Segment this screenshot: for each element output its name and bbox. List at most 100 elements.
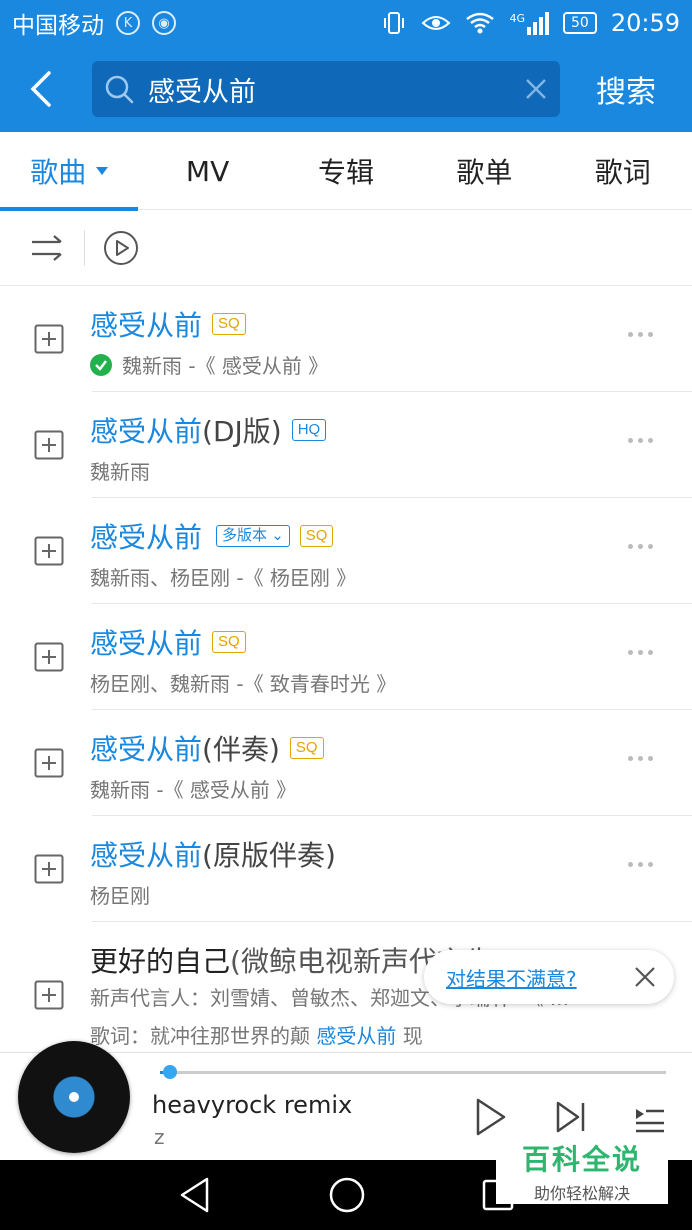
song-row[interactable]: 感受从前 多版本 ⌄ SQ 魏新雨、杨臣刚 -《 杨臣刚 》 (0, 498, 692, 604)
search-input[interactable]: 感受从前 (92, 61, 560, 117)
song-version: (DJ版) (202, 415, 282, 448)
search-icon (105, 75, 134, 104)
close-icon[interactable] (634, 966, 656, 988)
batch-manage-icon[interactable] (30, 233, 66, 263)
back-button[interactable] (0, 46, 80, 132)
song-row[interactable]: 感受从前 SQ 杨臣刚、魏新雨 -《 致青春时光 》 (0, 604, 692, 710)
song-version: (伴奏) (202, 733, 280, 766)
tab-lyrics[interactable]: 歌词 (554, 132, 692, 210)
album-disc-icon[interactable] (18, 1041, 130, 1153)
more-options-icon[interactable] (628, 862, 653, 867)
clock: 20:59 (610, 9, 680, 37)
lyric-suffix: 现 (396, 1024, 423, 1048)
list-action-row (0, 210, 692, 286)
more-options-icon[interactable] (628, 438, 653, 443)
quality-badge-sq: SQ (299, 525, 334, 547)
song-subtitle: 魏新雨 (90, 460, 150, 484)
watermark-title: 百科全说 (521, 1143, 642, 1176)
add-to-playlist-icon[interactable] (34, 854, 64, 884)
carrier-name: 中国移动 (12, 13, 104, 39)
next-track-icon[interactable] (556, 1097, 586, 1137)
search-header: 感受从前 搜索 (0, 46, 692, 132)
more-options-icon[interactable] (628, 756, 653, 761)
song-row[interactable]: 感受从前 (原版伴奏) 杨臣刚 (0, 816, 692, 922)
result-tabs: 歌曲 MV 专辑 歌单 歌词 (0, 132, 692, 211)
battery-icon: 50 (563, 12, 597, 34)
progress-handle[interactable] (163, 1065, 178, 1079)
tab-label: 歌单 (456, 156, 513, 189)
song-title: 感受从前 (90, 521, 203, 554)
search-button[interactable]: 搜索 (596, 67, 656, 111)
nav-back-icon[interactable] (177, 1175, 213, 1215)
lyric-highlight: 感受从前 (316, 1024, 397, 1048)
tab-label: 歌曲 (30, 156, 87, 189)
song-title: 更好的自己 (90, 945, 231, 978)
tab-label: 歌词 (594, 156, 651, 189)
song-list: 感受从前 SQ 魏新雨 -《 感受从前 》 感受从前 (DJ版) HQ 魏新雨 感受… (0, 286, 692, 1052)
song-subtitle-line: 杨臣刚 (90, 880, 150, 909)
status-bar: 中国移动 K ◉ 4G 50 20:59 (0, 0, 692, 46)
quality-badge-sq: SQ (212, 631, 246, 653)
feedback-popup: 对结果不满意? (424, 950, 674, 1004)
broadcast-notification-icon: ◉ (152, 11, 176, 35)
song-subtitle: 魏新雨 -《 感受从前 》 (90, 778, 297, 802)
song-subtitle-line: 魏新雨 -《 感受从前 》 (90, 774, 296, 803)
song-title-line: 感受从前 多版本 ⌄ SQ (90, 516, 334, 556)
song-subtitle-line: 魏新雨 (90, 456, 150, 485)
quality-badge-hq: HQ (291, 419, 327, 441)
song-subtitle-line: 魏新雨、杨臣刚 -《 杨臣刚 》 (90, 562, 356, 591)
song-title: 感受从前 (90, 839, 203, 872)
caret-down-icon (96, 167, 109, 175)
lyric-match-line: 歌词：就冲往那世界的颠 感受从前 现 (90, 1020, 423, 1049)
add-to-playlist-icon[interactable] (34, 748, 64, 778)
add-to-playlist-icon[interactable] (34, 642, 64, 672)
song-title: 感受从前 (90, 733, 203, 766)
watermark-subtitle: 助你轻松解决 (533, 1184, 630, 1203)
now-playing-title: heavyrock remix (152, 1091, 353, 1119)
play-all-icon[interactable] (103, 230, 139, 266)
more-options-icon[interactable] (628, 332, 653, 337)
song-title-line: 感受从前 (伴奏) SQ (90, 728, 324, 768)
tab-mv[interactable]: MV (138, 132, 276, 210)
song-row[interactable]: 感受从前 SQ 魏新雨 -《 感受从前 》 (0, 286, 692, 392)
song-subtitle-line: 魏新雨 -《 感受从前 》 (90, 350, 328, 379)
song-row[interactable]: 感受从前 (DJ版) HQ 魏新雨 (0, 392, 692, 498)
nav-home-icon[interactable] (327, 1175, 367, 1215)
now-playing-artist: z (154, 1125, 165, 1149)
clear-search-icon[interactable] (524, 77, 548, 101)
add-to-playlist-icon[interactable] (34, 430, 64, 460)
chevron-left-icon (30, 71, 51, 107)
add-to-playlist-icon[interactable] (34, 980, 64, 1010)
quality-badge-sq: SQ (289, 737, 324, 759)
feedback-link[interactable]: 对结果不满意? (446, 963, 634, 992)
watermark-logo: 百科全说 助你轻松解决 (496, 1138, 668, 1204)
song-title: 感受从前 (90, 309, 203, 342)
search-query[interactable]: 感受从前 (148, 70, 524, 109)
more-options-icon[interactable] (628, 544, 653, 549)
vibrate-icon (384, 12, 405, 34)
tab-songs[interactable]: 歌曲 (0, 132, 139, 211)
tab-playlists[interactable]: 歌单 (415, 132, 553, 210)
more-options-icon[interactable] (628, 650, 653, 655)
song-title-line: 感受从前 (DJ版) HQ (90, 410, 327, 450)
progress-bar[interactable] (160, 1065, 666, 1079)
tab-albums[interactable]: 专辑 (277, 132, 415, 210)
tab-label: 专辑 (317, 156, 374, 189)
playlist-icon[interactable] (634, 1097, 666, 1137)
song-row[interactable]: 感受从前 (伴奏) SQ 魏新雨 -《 感受从前 》 (0, 710, 692, 816)
wifi-icon (466, 12, 495, 34)
downloaded-check-icon (90, 353, 112, 376)
multi-version-badge[interactable]: 多版本 ⌄ (216, 525, 290, 547)
divider (84, 229, 85, 266)
add-to-playlist-icon[interactable] (34, 324, 64, 354)
quality-badge-sq: SQ (212, 313, 246, 335)
add-to-playlist-icon[interactable] (34, 536, 64, 566)
song-subtitle: 魏新雨、杨臣刚 -《 杨臣刚 》 (90, 566, 357, 590)
tab-label: MV (185, 154, 230, 188)
song-subtitle-line: 杨臣刚、魏新雨 -《 致青春时光 》 (90, 668, 396, 697)
song-title-line: 感受从前 SQ (90, 304, 246, 344)
play-icon[interactable] (474, 1097, 508, 1137)
song-title: 感受从前 (90, 415, 203, 448)
song-title-line: 感受从前 SQ (90, 622, 246, 662)
song-subtitle: 杨臣刚 (90, 884, 150, 908)
